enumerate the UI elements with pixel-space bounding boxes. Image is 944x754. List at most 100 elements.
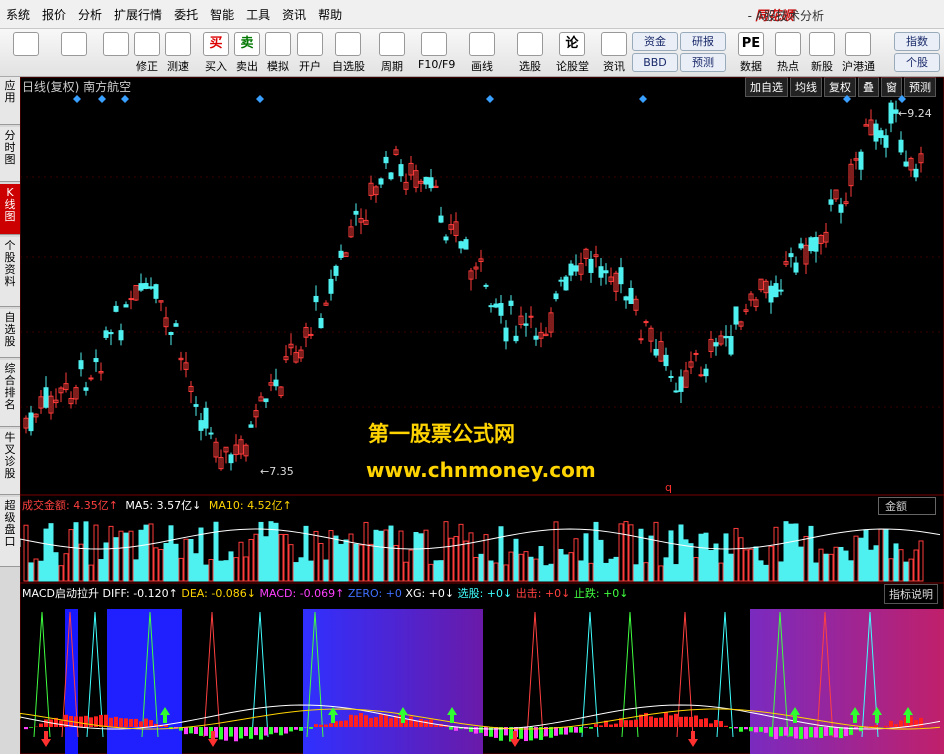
pen-button[interactable]: 画线 [466, 32, 498, 74]
cycle-icon [379, 32, 405, 56]
candle [153, 284, 159, 299]
pill-0[interactable]: 资金 [632, 32, 678, 51]
menu-item-3[interactable]: 扩展行情 [108, 6, 168, 23]
sidebar-tab-5[interactable]: 综合排名 [0, 360, 20, 427]
back-arrow-button[interactable] [58, 32, 90, 74]
macd-histogram-bar [149, 720, 153, 727]
macd-histogram-bar [29, 727, 33, 728]
volume-bar [453, 536, 459, 582]
candle [123, 304, 129, 308]
macd-histogram-bar [629, 720, 633, 727]
volume-bar [273, 522, 279, 582]
macd-histogram-bar [884, 725, 888, 727]
fix-button[interactable]: 修正 [131, 32, 163, 74]
volume-bar [738, 537, 744, 582]
volume-bar [128, 530, 134, 582]
table-button[interactable]: F10/F9 [418, 32, 456, 74]
candle [873, 123, 879, 142]
up-down-arrow-button[interactable] [100, 32, 132, 74]
sidebar-tab-3[interactable]: 个股资料 [0, 237, 20, 307]
macd-histogram-bar [204, 727, 208, 736]
menu-item-8[interactable]: 帮助 [312, 6, 348, 23]
clock-button[interactable]: 测速 [162, 32, 194, 74]
macd-histogram-bar [664, 712, 668, 727]
new-stock-icon [809, 32, 835, 56]
sidebar-tab-4[interactable]: 自选股 [0, 309, 20, 358]
lock-button[interactable]: 开户 [294, 32, 326, 74]
pe-button[interactable]: PE 数据 [735, 32, 767, 74]
candle [388, 172, 394, 180]
volume-bar [173, 543, 179, 582]
volume-bar [313, 530, 319, 582]
menu-item-0[interactable]: 系统 [0, 6, 36, 23]
volume-bar [748, 548, 754, 582]
volume-bar [483, 534, 489, 582]
low-price-label: ←7.35 [260, 465, 294, 478]
new-stock-button[interactable]: 新股 [806, 32, 838, 74]
pill-5[interactable]: 个股 [894, 53, 940, 72]
macd-histogram-bar [779, 727, 783, 737]
candle [508, 300, 514, 306]
candle [333, 265, 339, 276]
candle [428, 177, 434, 189]
pill-3[interactable]: 预测 [680, 53, 726, 72]
doc-icon [601, 32, 627, 56]
sidebar-tab-0[interactable]: 应用 [0, 77, 20, 125]
select-button[interactable]: 选股 [514, 32, 546, 74]
chat-button[interactable]: 论论股堂 [556, 32, 589, 74]
sell-icon: 卖 [234, 32, 260, 56]
star-folder-button[interactable]: 自选股 [332, 32, 365, 74]
hot-button[interactable]: 热点 [772, 32, 804, 74]
sidebar-tab-1[interactable]: 分时图 [0, 127, 20, 182]
macd-histogram-bar [144, 718, 148, 727]
grid-button[interactable] [10, 32, 42, 74]
high-price-label: ←9.24 [898, 107, 932, 120]
hk-button[interactable]: 沪港通 [842, 32, 875, 74]
pill-1[interactable]: 研报 [680, 32, 726, 51]
macd-histogram-bar [559, 727, 563, 735]
menu-item-1[interactable]: 报价 [36, 6, 72, 23]
macd-histogram-bar [594, 724, 598, 727]
volume-bar [558, 548, 564, 582]
toolbar-label: F10/F9 [418, 58, 456, 71]
menu-item-4[interactable]: 委托 [168, 6, 204, 23]
volume-header: 成交金额: 4.35亿↑ MA5: 3.57亿↓ MA10: 4.52亿↑ [22, 497, 292, 513]
doc-button[interactable]: 资讯 [598, 32, 630, 74]
menu-item-5[interactable]: 智能 [204, 6, 240, 23]
sidebar-tab-6[interactable]: 牛叉诊股 [0, 429, 20, 495]
candle [383, 156, 389, 164]
macd-histogram-bar [874, 724, 878, 727]
volume-bar [63, 553, 69, 582]
volume-bar [113, 537, 119, 582]
volume-dropdown[interactable]: 金额 [878, 497, 936, 515]
indicator-explain-button[interactable]: 指标说明 [884, 584, 938, 604]
volume-bar [288, 544, 294, 582]
macd-spike [203, 611, 221, 738]
sell-button[interactable]: 卖卖出 [231, 32, 263, 74]
candle [903, 161, 909, 167]
hammer-button[interactable]: 模拟 [262, 32, 294, 74]
toolbar-label: 卖出 [236, 60, 258, 73]
volume-bar [423, 529, 429, 582]
sidebar-tab-7[interactable]: 超级盘口 [0, 497, 20, 567]
menu-item-2[interactable]: 分析 [72, 6, 108, 23]
buy-button[interactable]: 买买入 [200, 32, 232, 74]
macd-name: MACD启动拉升 [22, 587, 99, 600]
menu-item-6[interactable]: 工具 [240, 6, 276, 23]
macd-histogram-bar [729, 727, 733, 729]
candle [503, 327, 509, 342]
menu-item-7[interactable]: 资讯 [276, 6, 312, 23]
candle [603, 270, 609, 274]
cycle-button[interactable]: 周期 [376, 32, 408, 74]
kline-chart[interactable]: ←7.35 ←9.24 q [20, 77, 944, 754]
volume-bar [888, 558, 894, 582]
macd-histogram-bar [689, 716, 693, 727]
candle [78, 360, 84, 370]
sidebar-tab-2[interactable]: K线图 [0, 184, 20, 235]
pill-2[interactable]: BBD [632, 53, 678, 72]
volume-bar [873, 545, 879, 582]
select-icon [517, 32, 543, 56]
pill-4[interactable]: 指数 [894, 32, 940, 51]
candle [858, 151, 864, 170]
candle [93, 358, 99, 363]
